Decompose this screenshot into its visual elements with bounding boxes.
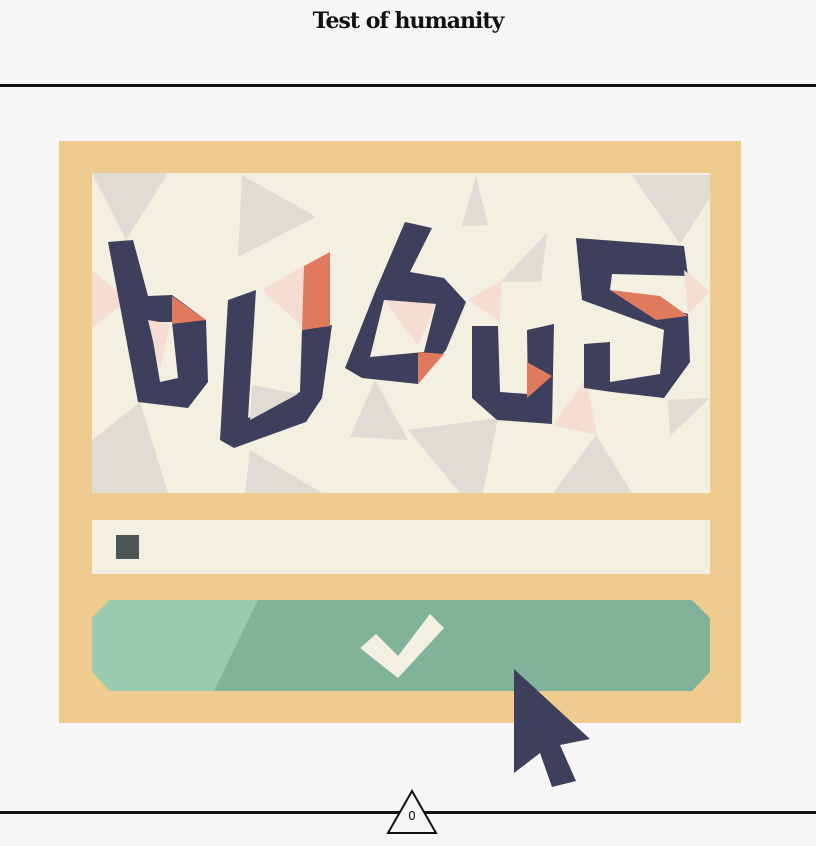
captcha-glyph-5	[576, 238, 710, 398]
mouse-pointer-icon	[514, 669, 590, 787]
submit-button[interactable]	[92, 600, 710, 691]
captcha-answer-input[interactable]	[92, 520, 710, 574]
attempt-counter: 0	[386, 789, 438, 835]
counter-value: 0	[408, 809, 416, 823]
header-divider	[0, 84, 816, 87]
captcha-glyph-b	[108, 240, 208, 408]
captcha-image	[92, 173, 710, 493]
page-title: Test of humanity	[312, 8, 505, 34]
captcha-glyph-u-small	[472, 324, 554, 424]
text-cursor	[116, 535, 139, 559]
captcha-glyph-u	[220, 252, 332, 448]
captcha-glyph-6	[345, 222, 466, 384]
